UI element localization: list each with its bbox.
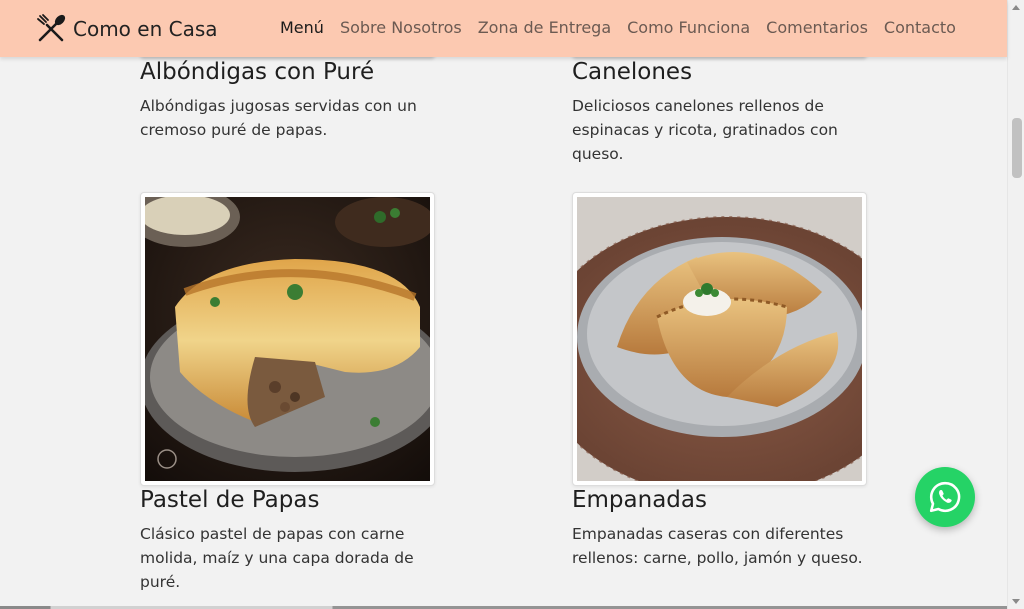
brand-link[interactable]: Como en Casa (35, 12, 218, 46)
nav-item-zona-de-entrega[interactable]: Zona de Entrega (478, 18, 611, 37)
whatsapp-button[interactable] (915, 467, 975, 527)
nav-item-sobre-nosotros[interactable]: Sobre Nosotros (340, 18, 462, 37)
potato-pie-photo (145, 197, 430, 481)
utensils-icon (37, 14, 66, 42)
card-description: Clásico pastel de papas con carne molida… (140, 525, 414, 591)
brand-name: Como en Casa (73, 17, 218, 41)
scroll-up-icon[interactable] (1012, 5, 1020, 10)
nav-item-comentarios[interactable]: Comentarios (766, 18, 868, 37)
potato-pie-image (140, 192, 435, 486)
card-description: Albóndigas jugosas servidas con un cremo… (140, 97, 417, 139)
card-title: Empanadas (572, 487, 707, 513)
scroll-down-icon[interactable] (1012, 599, 1020, 604)
navbar: Como en Casa Menú Sobre Nosotros Zona de… (0, 0, 1007, 57)
card-description: Empanadas caseras con diferentes relleno… (572, 525, 863, 567)
whatsapp-icon (929, 481, 961, 513)
card-description: Deliciosos canelones rellenos de espinac… (572, 97, 838, 163)
empanadas-image (572, 192, 867, 486)
card-title: Albóndigas con Puré (140, 59, 375, 85)
empanadas-photo (577, 197, 862, 481)
scrollbar[interactable] (1007, 0, 1024, 609)
card-title: Canelones (572, 59, 693, 85)
card-title: Pastel de Papas (140, 487, 320, 513)
menu-section: Albóndigas con Puré Albóndigas jugosas s… (0, 0, 1007, 609)
nav-item-como-funciona[interactable]: Como Funciona (627, 18, 750, 37)
nav-item-contacto[interactable]: Contacto (884, 18, 956, 37)
nav-item-menu[interactable]: Menú (280, 18, 324, 37)
nav-links: Menú Sobre Nosotros Zona de Entrega Como… (280, 18, 972, 37)
scroll-thumb[interactable] (1012, 118, 1022, 178)
